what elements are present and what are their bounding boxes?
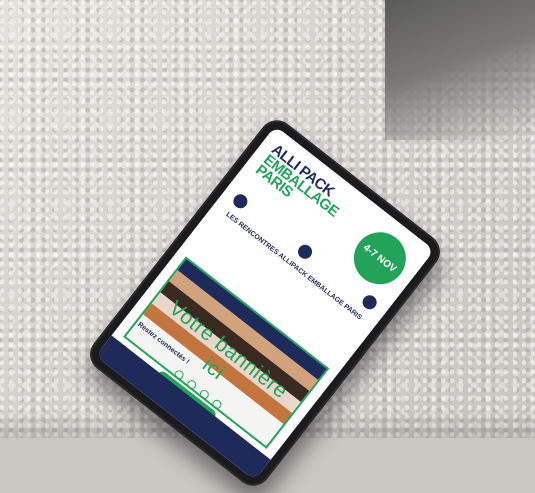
nav-button-2[interactable] — [295, 241, 315, 262]
nav-button-3[interactable] — [359, 292, 380, 313]
background-shadow — [385, 0, 535, 140]
nav-button-1[interactable] — [230, 191, 251, 212]
